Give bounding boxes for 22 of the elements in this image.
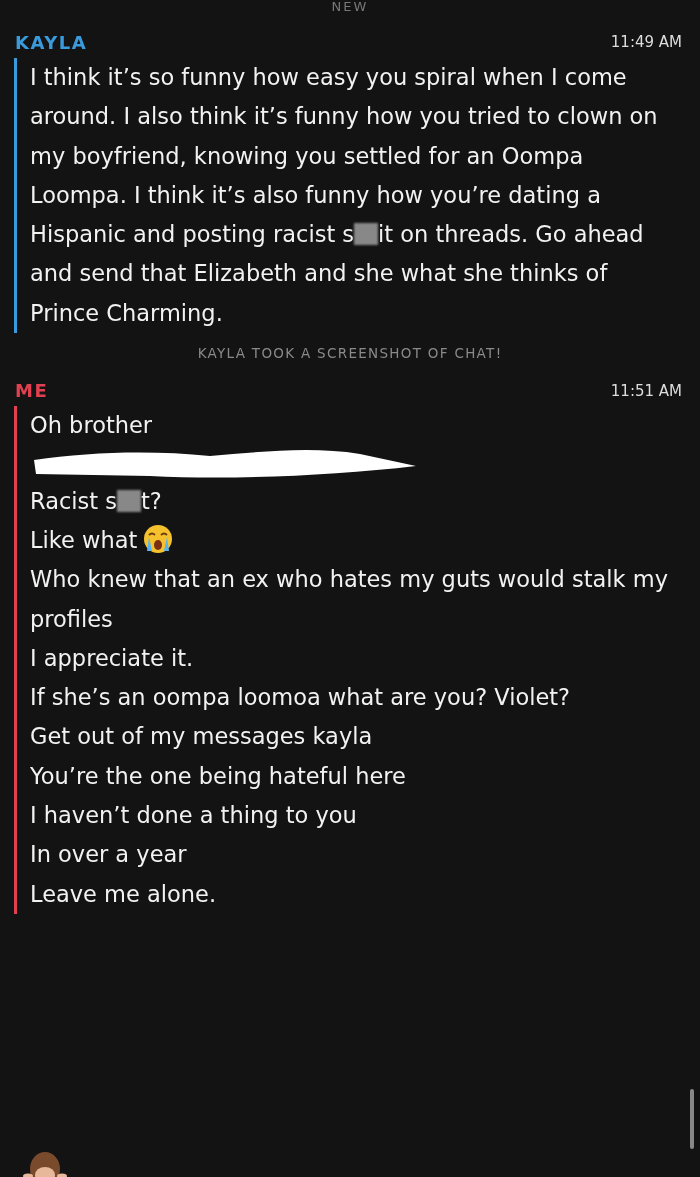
- message-time: 11:49 AM: [610, 32, 682, 54]
- message-text: Leave me alone.: [30, 879, 218, 909]
- censor-blur: [116, 489, 141, 512]
- message-text: Who knew that an ex who hates my guts would stalk my profiles: [30, 565, 669, 634]
- message-text: I haven’t done a thing to you: [30, 801, 358, 830]
- message-text: Oh brother: [30, 411, 154, 441]
- message-time: 11:51 AM: [610, 380, 682, 402]
- message-text: You’re the one being hateful here: [30, 761, 407, 791]
- message-text: I think it’s so funny how easy you spiral when I come around. I also think it’s funny how you tried to clown on my boyfriend, knowing you settled for an Oompa Loompa. I think it’s also funny how you’re dating a Hispanic and posting racist s it on threads. Go ahead and send that Elizabeth and she what she thinks of Prince Charming.: [30, 63, 659, 328]
- scrollbar: [690, 1089, 694, 1149]
- sender-name: ME: [15, 379, 49, 404]
- message-text: Like what: [30, 520, 680, 561]
- sender-name: KAYLA: [15, 31, 88, 55]
- censor-blur: [354, 223, 379, 246]
- message-text: I appreciate it.: [30, 643, 195, 673]
- message-text: Get out of my messages kayla: [30, 722, 374, 752]
- divider-label: NEW: [330, 0, 370, 13]
- message-text: If she’s an oompa loomoa what are you? Violet?: [30, 683, 571, 713]
- crying-emoji-icon: [143, 523, 174, 554]
- message-text: Racist s t?: [30, 486, 163, 516]
- message-text: In over a year: [30, 840, 188, 870]
- screenshot-notice: KAYLA TOOK A SCREENSHOT OF CHAT!: [196, 344, 504, 364]
